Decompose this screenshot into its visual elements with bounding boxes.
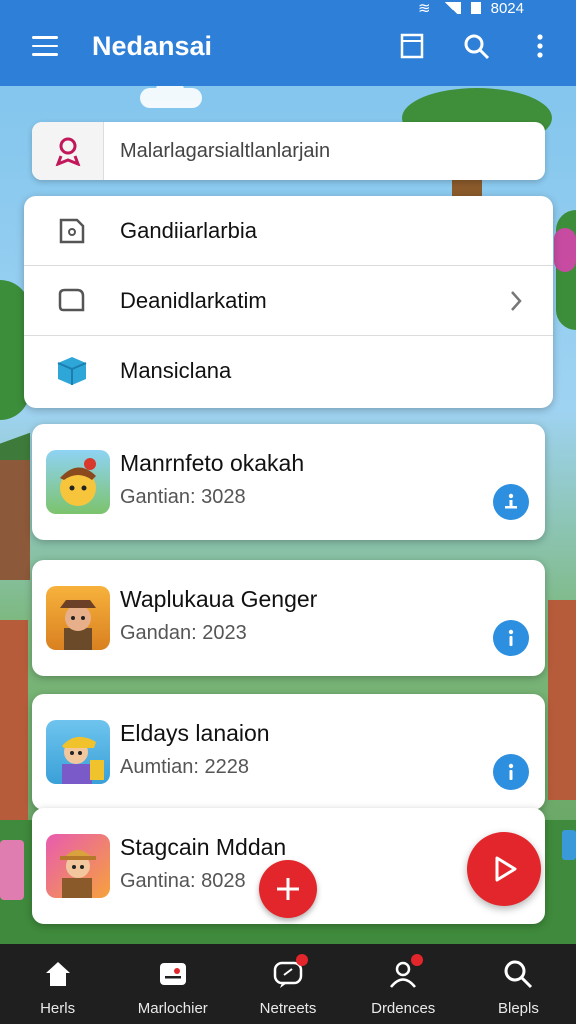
game-thumbnail bbox=[46, 720, 110, 784]
add-button[interactable] bbox=[259, 860, 317, 918]
people-icon bbox=[387, 954, 424, 990]
nav-label: Blepls bbox=[497, 1000, 539, 1017]
battery-icon bbox=[470, 2, 481, 14]
game-subtitle: Gantina: 8028 bbox=[120, 870, 246, 892]
search-bar[interactable]: Malarlagarsialtlanlarjain bbox=[32, 122, 545, 180]
nav-label: Herls bbox=[40, 1000, 76, 1017]
game-subtitle: Gantian: 3028 bbox=[120, 486, 246, 508]
ribbon-icon bbox=[32, 122, 104, 180]
game-card[interactable]: Eldays lanaion Aumtian: 2228 bbox=[32, 694, 545, 810]
game-card[interactable]: Manrnfeto okakah Gantian: 3028 bbox=[32, 424, 545, 540]
menu-item-label: Deanidlarkatim bbox=[120, 287, 267, 313]
menu-item-2[interactable]: Mansiclana bbox=[24, 336, 553, 406]
cube-icon bbox=[24, 353, 120, 389]
game-subtitle: Aumtian: 2228 bbox=[120, 756, 249, 778]
nav-item-gamepad[interactable]: Marlochier bbox=[115, 944, 230, 1024]
balloon-decoration bbox=[554, 228, 576, 272]
info-icon[interactable] bbox=[493, 484, 529, 520]
bottom-navigation: Herls Marlochier Netreets Drdences Blepl… bbox=[0, 944, 576, 1024]
house-decoration bbox=[0, 460, 30, 580]
app-title: Nedansai bbox=[92, 31, 213, 61]
game-subtitle: Gandan: 2023 bbox=[120, 622, 247, 644]
play-icon bbox=[495, 856, 517, 882]
status-bar: ≋ 8024 bbox=[0, 0, 576, 17]
game-title: Eldays lanaion bbox=[120, 720, 270, 746]
brick-wall-decoration bbox=[0, 620, 28, 820]
notification-badge bbox=[296, 954, 308, 966]
status-time: 8024 bbox=[490, 0, 524, 17]
info-icon[interactable] bbox=[493, 620, 529, 656]
search-icon[interactable] bbox=[462, 32, 490, 60]
brick-wall-decoration-right bbox=[548, 600, 576, 800]
cloud-decoration bbox=[140, 78, 202, 108]
game-title: Stagcain Mddan bbox=[120, 834, 287, 860]
game-thumbnail bbox=[46, 450, 110, 514]
wifi-icon: ≋ bbox=[418, 0, 431, 17]
nav-item-home[interactable]: Herls bbox=[0, 944, 115, 1024]
nav-label: Netreets bbox=[259, 1000, 317, 1017]
game-thumbnail bbox=[46, 834, 110, 898]
character-decoration bbox=[0, 840, 24, 900]
search-input[interactable]: Malarlagarsialtlanlarjain bbox=[104, 140, 330, 163]
menu-item-label: Gandiiarlarbia bbox=[120, 217, 257, 243]
more-vertical-icon[interactable] bbox=[526, 32, 554, 60]
menu-icon[interactable] bbox=[32, 36, 58, 56]
nav-label: Marlochier bbox=[137, 1000, 208, 1017]
game-thumbnail bbox=[46, 586, 110, 650]
notification-badge bbox=[411, 954, 424, 966]
menu-card: Gandiiarlarbia Deanidlarkatim Mansiclana bbox=[24, 196, 553, 408]
menu-item-label: Mansiclana bbox=[120, 358, 232, 383]
info-icon[interactable] bbox=[493, 754, 529, 790]
nav-item-people[interactable]: Drdences bbox=[346, 944, 461, 1024]
game-card[interactable]: Waplukaua Genger Gandan: 2023 bbox=[32, 560, 545, 676]
book-icon[interactable] bbox=[398, 32, 426, 60]
puzzle-icon bbox=[24, 214, 120, 248]
menu-item-1[interactable]: Deanidlarkatim bbox=[24, 266, 553, 336]
search-icon bbox=[502, 958, 534, 990]
nav-item-search[interactable]: Blepls bbox=[461, 944, 576, 1024]
home-icon bbox=[42, 958, 74, 990]
nav-label: Drdences bbox=[371, 1000, 436, 1017]
character-decoration-right bbox=[562, 830, 576, 860]
game-title: Waplukaua Genger bbox=[120, 586, 318, 612]
signal-icon bbox=[440, 2, 461, 14]
chat-icon bbox=[272, 954, 308, 990]
game-title: Manrnfeto okakah bbox=[120, 450, 305, 476]
menu-item-0[interactable]: Gandiiarlarbia bbox=[24, 196, 553, 266]
plus-icon bbox=[277, 878, 299, 900]
nav-item-chat[interactable]: Netreets bbox=[230, 944, 345, 1024]
folder-icon bbox=[24, 284, 120, 318]
gamepad-icon bbox=[157, 958, 189, 990]
play-button[interactable] bbox=[467, 832, 541, 906]
chevron-right-icon bbox=[509, 290, 523, 317]
